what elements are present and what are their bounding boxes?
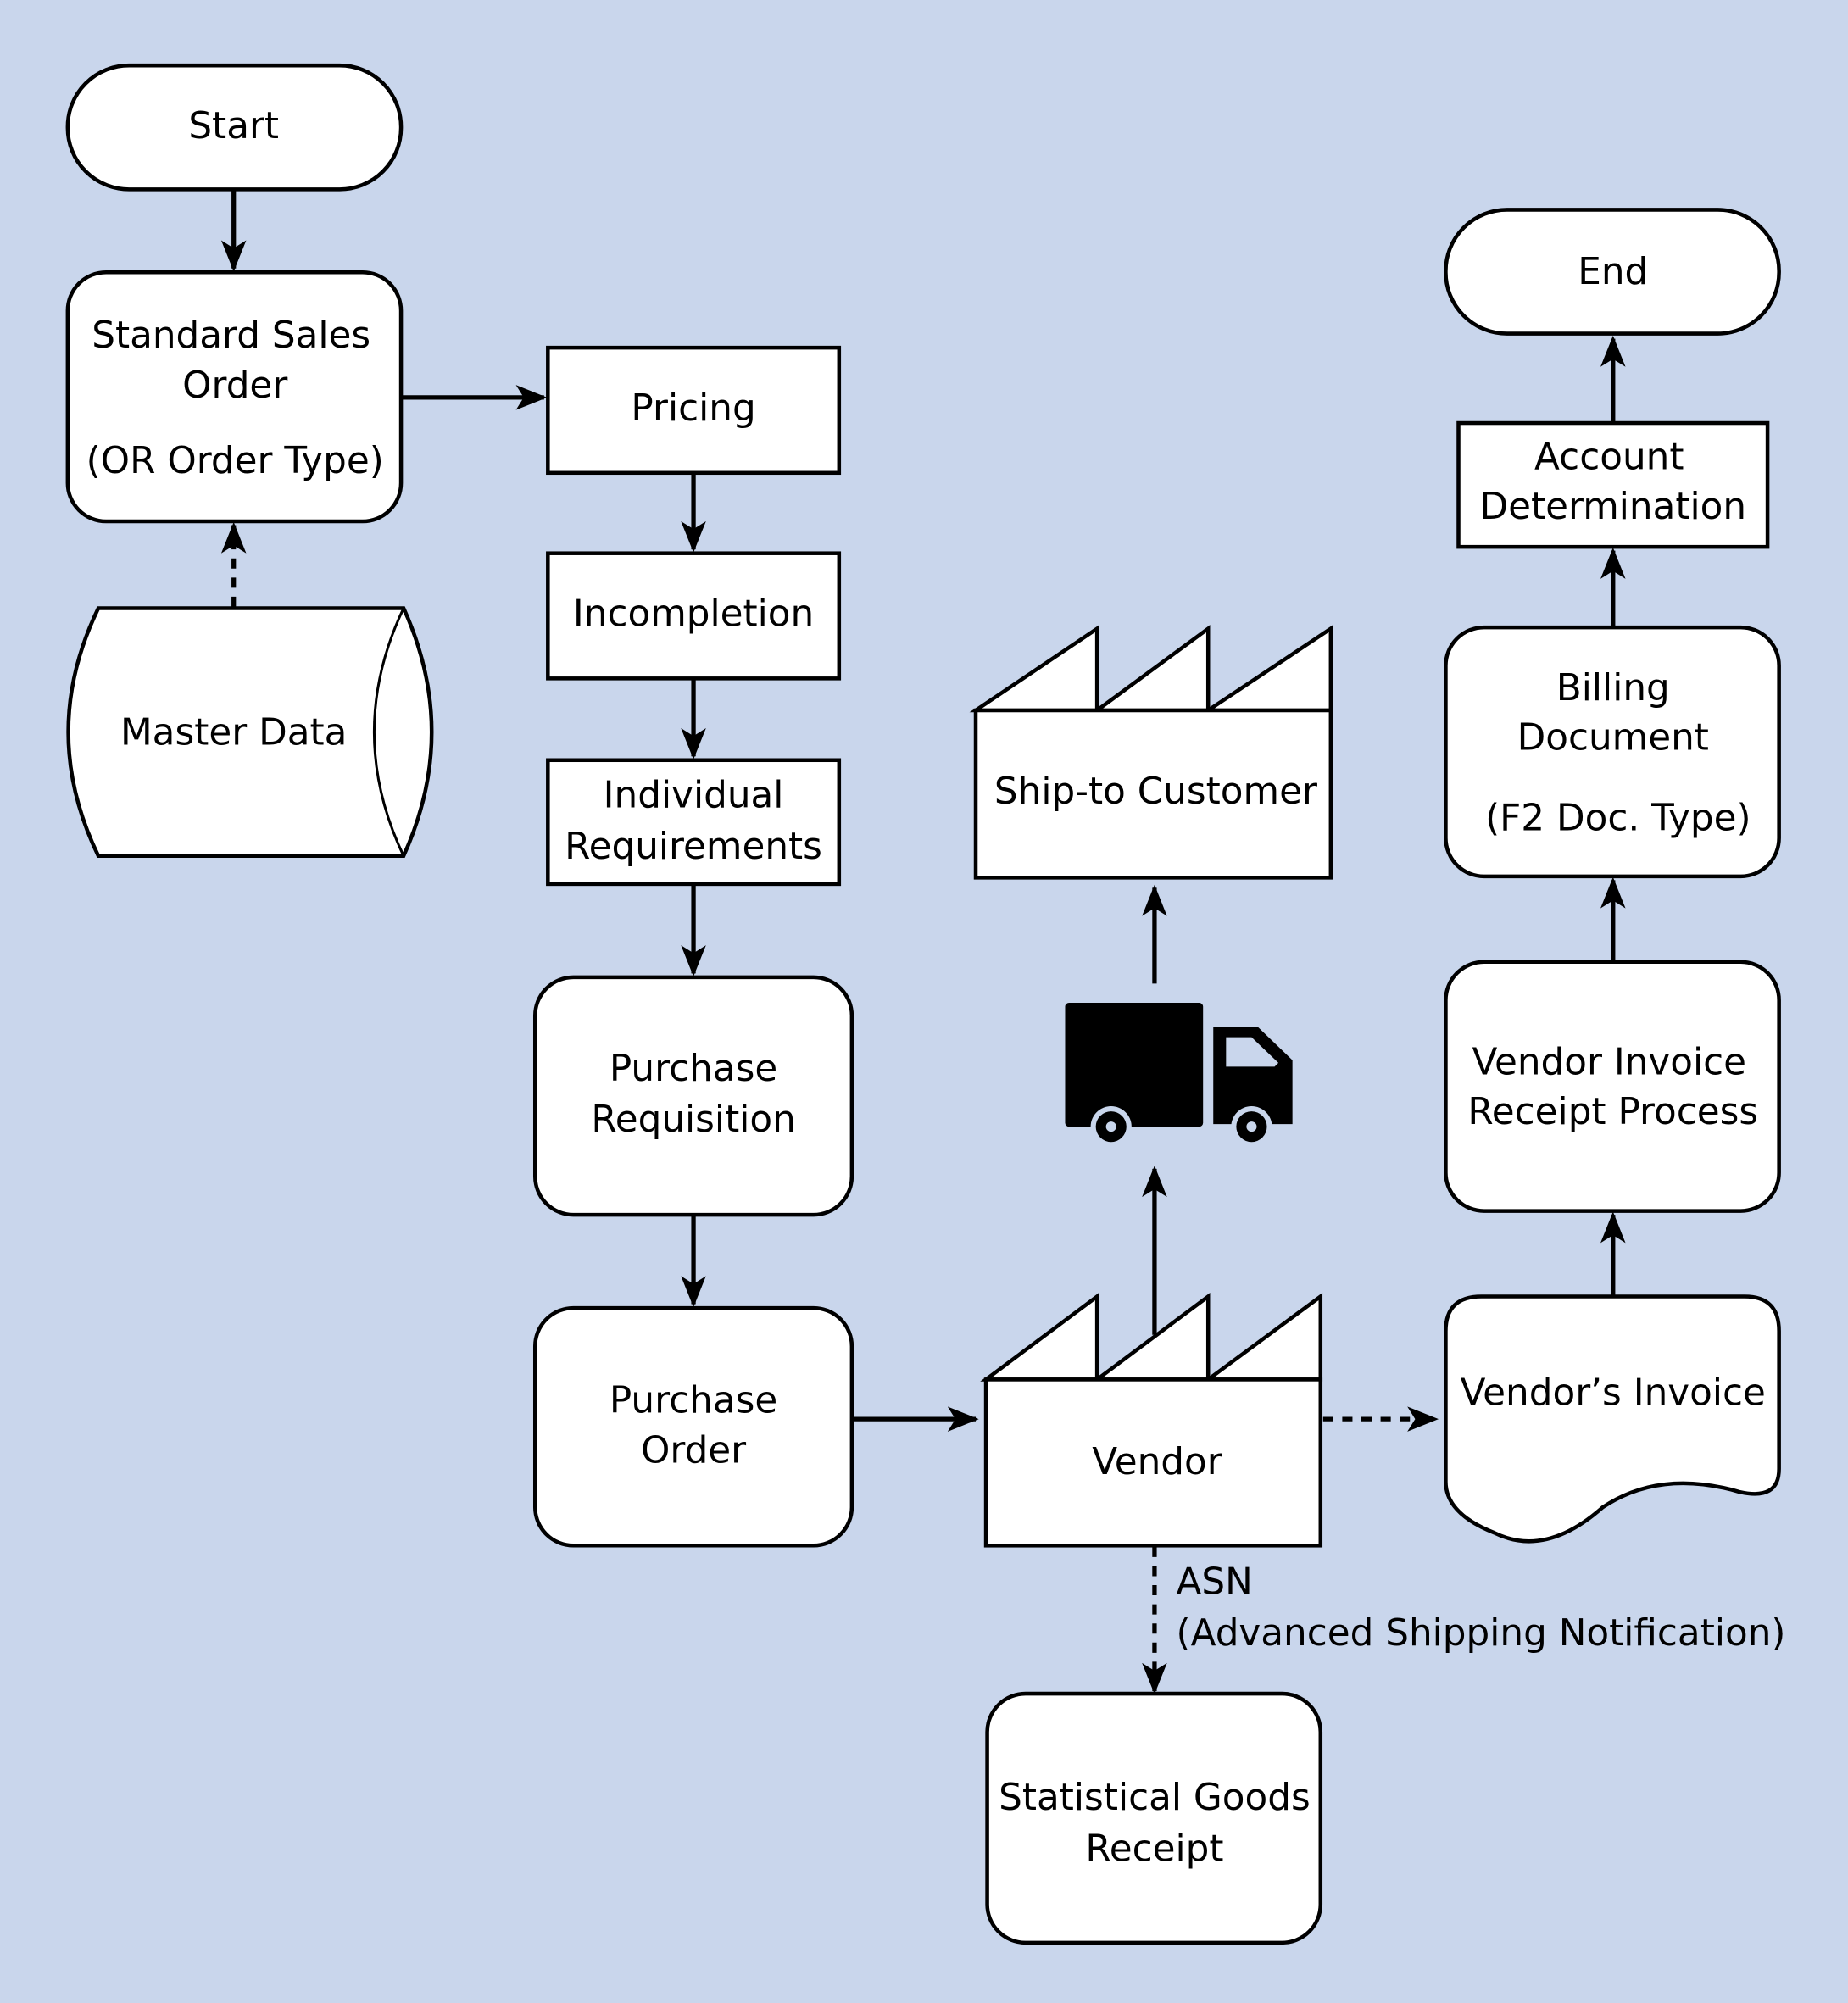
ship-to-customer-label: Ship-to Customer (994, 770, 1317, 813)
vendor-label: Vendor (1092, 1440, 1222, 1483)
incompletion-label: Incompletion (573, 593, 814, 636)
account-determination-label-2: Determination (1480, 485, 1747, 528)
individual-requirements-label-1: Individual (604, 774, 784, 817)
sales-order-label-2: Order (182, 364, 287, 407)
billing-document-label-1: Billing (1556, 666, 1670, 709)
start-label: Start (188, 104, 279, 147)
pricing-node[interactable]: Pricing (546, 345, 842, 476)
sales-order-node[interactable]: Standard Sales Order (OR Order Type) (65, 270, 404, 524)
billing-document-label-3: (F2 Doc. Type) (1485, 797, 1751, 840)
purchase-requisition-node[interactable]: Purchase Requisition (532, 975, 854, 1217)
flowchart: Start Standard Sales Order (OR Order Typ… (0, 0, 1848, 2003)
end-label: End (1578, 250, 1648, 293)
statistical-goods-receipt-node[interactable]: Statistical Goods Receipt (985, 1691, 1323, 1945)
account-determination-label-1: Account (1534, 435, 1684, 478)
vendors-invoice-label: Vendor’s Invoice (1461, 1371, 1766, 1415)
vendor-invoice-receipt-node[interactable]: Vendor Invoice Receipt Process (1444, 960, 1781, 1213)
purchase-order-label-2: Order (641, 1428, 746, 1472)
end-terminator[interactable]: End (1444, 208, 1781, 336)
individual-requirements-label-2: Requirements (565, 825, 822, 868)
individual-requirements-node[interactable]: Individual Requirements (546, 758, 842, 887)
billing-document-label-2: Document (1517, 716, 1709, 759)
purchase-requisition-label-1: Purchase (610, 1047, 777, 1090)
account-determination-node[interactable]: Account Determination (1456, 420, 1770, 549)
purchase-order-node[interactable]: Purchase Order (532, 1305, 854, 1548)
statistical-goods-receipt-label-1: Statistical Goods (999, 1776, 1311, 1819)
sales-order-label-3: (OR Order Type) (86, 439, 384, 482)
start-terminator[interactable]: Start (65, 63, 404, 192)
purchase-requisition-label-2: Requisition (591, 1098, 795, 1141)
asn-label: ASN (1177, 1561, 1253, 1604)
purchase-order-label-1: Purchase (610, 1379, 777, 1422)
pricing-label: Pricing (631, 387, 755, 430)
incompletion-node[interactable]: Incompletion (546, 551, 842, 681)
sales-order-label-1: Standard Sales (92, 314, 370, 357)
vendor-invoice-receipt-label-2: Receipt Process (1467, 1090, 1758, 1133)
asn-description-label: (Advanced Shipping Notification) (1177, 1611, 1786, 1655)
master-data-label: Master Data (120, 711, 347, 754)
master-data-node[interactable]: Master Data (66, 606, 434, 859)
billing-document-node[interactable]: Billing Document (F2 Doc. Type) (1444, 625, 1781, 879)
statistical-goods-receipt-label-2: Receipt (1085, 1827, 1223, 1870)
vendor-invoice-receipt-label-1: Vendor Invoice (1472, 1040, 1746, 1083)
